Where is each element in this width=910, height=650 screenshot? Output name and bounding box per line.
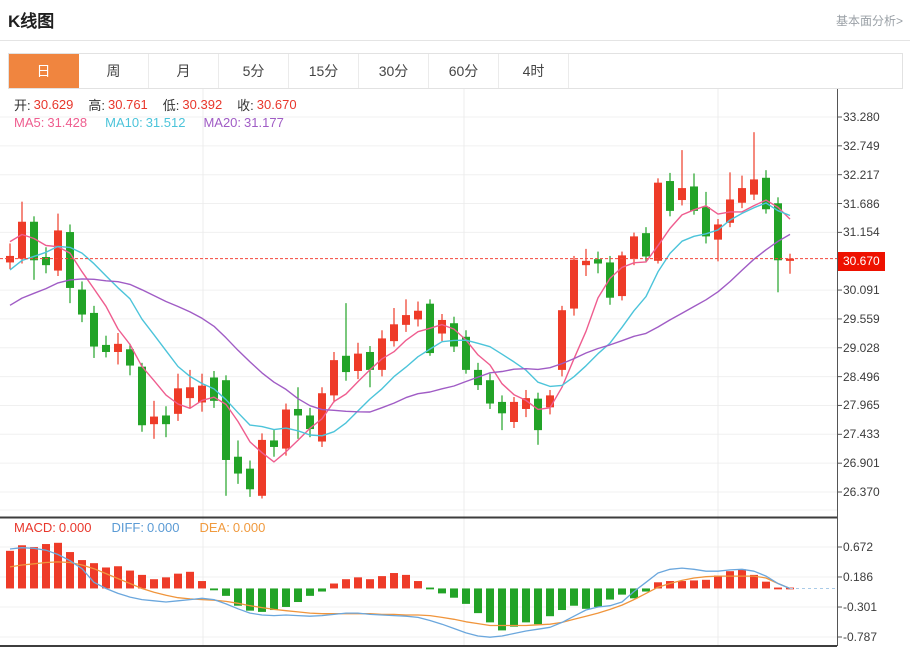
macd-value-text: 0.000 <box>59 520 92 535</box>
price-axis-tick: 30.091 <box>843 283 880 297</box>
price-axis-tick: 32.749 <box>843 139 880 153</box>
price-axis-tick: 31.154 <box>843 225 880 239</box>
period-tab-2[interactable]: 周 <box>79 54 149 88</box>
close-price: 收:30.670 <box>237 95 296 114</box>
macd-axis-tick: -0.787 <box>843 630 877 644</box>
ma20-value-text: 31.177 <box>244 115 284 130</box>
page-title: K线图 <box>8 7 54 32</box>
price-axis-tick: 31.686 <box>843 197 880 211</box>
macd-value-label: MACD: <box>14 520 56 535</box>
ma10-value-text: 31.512 <box>146 115 186 130</box>
period-tab-7[interactable]: 60分 <box>429 54 499 88</box>
header-divider <box>0 40 910 41</box>
macd-axis-tick: -0.301 <box>843 600 877 614</box>
dea-value-text: 0.000 <box>233 520 266 535</box>
ma5-value-label: MA5: <box>14 115 44 130</box>
ma5-value: MA5:31.428 <box>14 115 87 130</box>
ma20-value: MA20:31.177 <box>203 115 283 130</box>
period-tab-6[interactable]: 30分 <box>359 54 429 88</box>
period-tab-3[interactable]: 月 <box>149 54 219 88</box>
fundamental-analysis-link[interactable]: 基本面分析> <box>836 12 903 29</box>
price-axis-tick: 32.217 <box>843 168 880 182</box>
macd-axis-tick: 0.672 <box>843 540 873 554</box>
price-axis-tick: 28.496 <box>843 370 880 384</box>
price-axis-tick: 27.433 <box>843 427 880 441</box>
price-axis-tick: 26.901 <box>843 456 880 470</box>
macd-axis-tick: 0.186 <box>843 570 873 584</box>
low-price-label: 低: <box>163 95 180 114</box>
high-price-text: 30.761 <box>108 97 148 112</box>
diff-value-text: 0.000 <box>147 520 180 535</box>
price-axis-tick: 29.559 <box>843 312 880 326</box>
price-axis-tick: 33.280 <box>843 110 880 124</box>
price-axis-tick: 29.028 <box>843 341 880 355</box>
low-price-text: 30.392 <box>182 97 222 112</box>
period-tab-8[interactable]: 4时 <box>499 54 569 88</box>
close-price-text: 30.670 <box>257 97 297 112</box>
ohlc-legend: 开:30.629 高:30.761 低:30.392 收:30.670 <box>14 95 297 114</box>
open-price: 开:30.629 <box>14 95 73 114</box>
diff-value: DIFF:0.000 <box>111 520 179 535</box>
close-price-label: 收: <box>237 95 254 114</box>
high-price-label: 高: <box>88 95 105 114</box>
current-price-tag: 30.670 <box>838 252 885 271</box>
dea-value-label: DEA: <box>199 520 229 535</box>
macd-value: MACD:0.000 <box>14 520 91 535</box>
open-price-text: 30.629 <box>34 97 74 112</box>
dea-value: DEA: 0.000 <box>199 520 265 535</box>
period-tab-5[interactable]: 15分 <box>289 54 359 88</box>
ma-legend: MA5:31.428 MA10:31.512 MA20:31.177 <box>14 115 284 130</box>
diff-value-label: DIFF: <box>111 520 144 535</box>
high-price: 高:30.761 <box>88 95 147 114</box>
ma20-value-label: MA20: <box>203 115 241 130</box>
kline-page: K线图 基本面分析> 日周月5分15分30分60分4时 开:30.629高:30… <box>0 0 910 650</box>
open-price-label: 开: <box>14 95 31 114</box>
price-axis-tick: 26.370 <box>843 485 880 499</box>
ma10-value: MA10:31.512 <box>105 115 185 130</box>
low-price: 低:30.392 <box>163 95 222 114</box>
ma10-value-label: MA10: <box>105 115 143 130</box>
macd-legend: MACD:0.000DIFF:0.000DEA:0.000 <box>14 520 265 535</box>
price-axis-tick: 27.965 <box>843 398 880 412</box>
period-tab-1[interactable]: 日 <box>9 54 79 88</box>
period-tab-4[interactable]: 5分 <box>219 54 289 88</box>
period-tabbar: 日周月5分15分30分60分4时 <box>8 53 903 89</box>
ma5-value-text: 31.428 <box>47 115 87 130</box>
